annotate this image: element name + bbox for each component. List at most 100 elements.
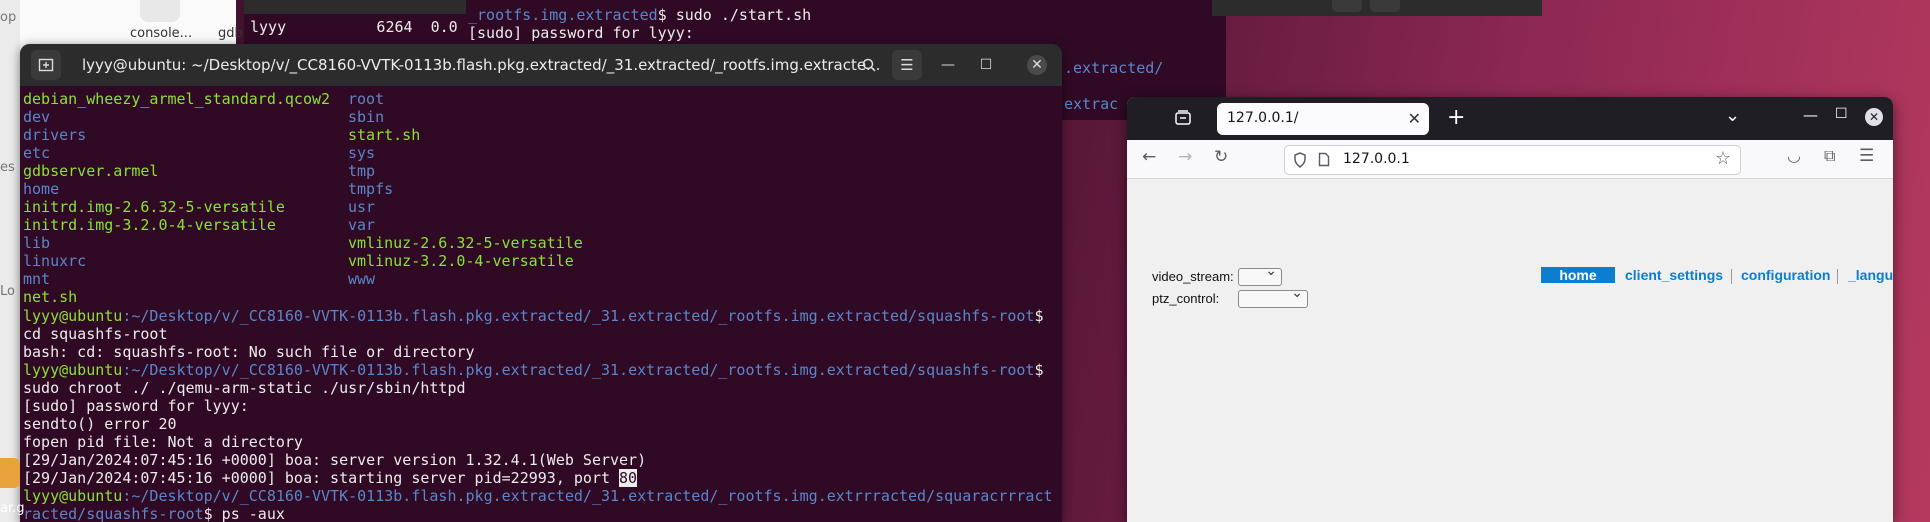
- ls-entry: mnt: [23, 270, 51, 288]
- ls-entry: usr: [348, 198, 376, 216]
- ls-entry: home: [23, 180, 60, 198]
- minimize-icon[interactable]: —: [1803, 106, 1818, 124]
- back-icon[interactable]: ←: [1142, 147, 1156, 167]
- output-line: bash: cd: squashfs-root: No such file or…: [23, 343, 475, 361]
- ls-entry: sys: [348, 144, 376, 162]
- search-button[interactable]: [854, 50, 884, 80]
- command-line: cd squashfs-root: [23, 325, 168, 343]
- tab-bar: 127.0.0.1/ ✕ + ⌄ — ☐ ✕: [1127, 97, 1893, 140]
- terminal-window[interactable]: lyyy@ubuntu: ~/Desktop/v/_CC8160-VVTK-01…: [20, 44, 1062, 522]
- prompt-path: _rootfs.img.extracted: [468, 6, 658, 24]
- background-terminal: lyyy 6264 0.0 0: [244, 0, 466, 44]
- reload-icon[interactable]: ↻: [1214, 147, 1228, 167]
- ls-entry: drivers: [23, 126, 87, 144]
- output-fragment: .extracted/: [1064, 59, 1164, 77]
- new-tab-icon: [38, 58, 54, 72]
- ls-entry: initrd.img-3.2.0-4-versatile: [23, 216, 276, 234]
- ls-entry: sbin: [348, 108, 385, 126]
- output-line: [29/Jan/2024:07:45:16 +0000] boa: server…: [23, 451, 647, 469]
- ls-entry: www: [348, 270, 376, 288]
- ls-entry: initrd.img-2.6.32-5-versatile: [23, 198, 285, 216]
- menu-divider: [1837, 269, 1838, 284]
- prompt-path: racted/squashfs-root: [23, 505, 204, 522]
- file-item-label[interactable]: gdb: [218, 26, 243, 41]
- new-tab-icon[interactable]: +: [1447, 105, 1465, 130]
- close-button[interactable]: ✕: [1027, 55, 1047, 75]
- ls-entry: debian_wheezy_armel_standard.qcow2: [23, 90, 331, 108]
- sidebar-fragment-label[interactable]: Lo: [0, 284, 15, 299]
- console-file-icon[interactable]: [140, 0, 180, 22]
- menu-configuration[interactable]: configuration: [1741, 267, 1830, 283]
- ls-entry: gdbserver.armel: [23, 162, 159, 180]
- process-line: lyyy 6264 0.0 0: [250, 18, 466, 36]
- hamburger-menu-icon[interactable]: ☰: [1859, 146, 1874, 166]
- terminal-title: lyyy@ubuntu: ~/Desktop/v/_CC8160-VVTK-01…: [82, 56, 881, 74]
- terminal-header: lyyy@ubuntu: ~/Desktop/v/_CC8160-VVTK-01…: [20, 44, 1062, 86]
- file-manager-sidebar: op es Lo: [0, 0, 20, 522]
- browser-window[interactable]: 127.0.0.1/ ✕ + ⌄ — ☐ ✕ ← → ↻ 127.0.0.1 ☆…: [1127, 97, 1893, 522]
- video-stream-select[interactable]: [1238, 263, 1282, 286]
- output-line: [29/Jan/2024:07:45:16 +0000] boa: starti…: [23, 469, 620, 487]
- ptz-control-label: ptz_control:: [1152, 291, 1220, 306]
- bookmark-star-icon[interactable]: ☆: [1715, 148, 1731, 169]
- ls-entry: tmpfs: [348, 180, 394, 198]
- ls-entry: etc: [23, 144, 51, 162]
- shield-icon[interactable]: [1293, 152, 1307, 168]
- extensions-icon[interactable]: ⧉: [1824, 146, 1835, 166]
- ls-entry: tmp: [348, 162, 376, 180]
- tab-overview-icon: [1175, 110, 1191, 125]
- dock-app-icon[interactable]: [0, 458, 20, 488]
- prompt-path: :~/Desktop/v/_CC8160-VVTK-0113b.flash.pk…: [122, 361, 1035, 379]
- output-line: sendto() error 20: [23, 415, 177, 433]
- command-line: sudo chroot ./ ./qemu-arm-static ./usr/s…: [23, 379, 466, 397]
- tab-title: 127.0.0.1/: [1227, 110, 1299, 126]
- ls-entry: start.sh: [348, 126, 421, 144]
- background-window-header: [1212, 0, 1542, 16]
- forward-icon[interactable]: →: [1178, 147, 1192, 167]
- close-icon: ✕: [1031, 57, 1043, 73]
- menu-client-settings[interactable]: client_settings: [1625, 267, 1723, 283]
- terminal-header: [244, 0, 466, 14]
- ls-entry: var: [348, 216, 376, 234]
- menu-language[interactable]: _langu: [1848, 267, 1893, 283]
- sidebar-fragment-label[interactable]: op: [0, 10, 16, 25]
- video-stream-label: video_stream:: [1152, 269, 1234, 284]
- list-all-tabs-icon[interactable]: ⌄: [1725, 105, 1740, 126]
- page-content: video_stream: ptz_control: home client_s…: [1127, 179, 1893, 522]
- hamburger-icon: ☰: [900, 56, 914, 74]
- ptz-control-select[interactable]: [1238, 285, 1308, 308]
- output-line: [sudo] password for lyyy:: [23, 397, 249, 415]
- search-icon: [862, 58, 876, 72]
- tab-overview-button[interactable]: [1174, 109, 1192, 131]
- tab-active[interactable]: 127.0.0.1/ ✕: [1217, 103, 1429, 135]
- prompt-user: lyyy@ubuntu: [23, 361, 123, 379]
- menu-button[interactable]: ☰: [892, 50, 922, 80]
- maximize-icon[interactable]: ☐: [1835, 106, 1848, 122]
- sidebar-fragment-label[interactable]: es: [0, 160, 15, 175]
- minimize-button[interactable]: —: [938, 55, 958, 75]
- url-text[interactable]: 127.0.0.1: [1343, 151, 1410, 167]
- page-icon: [1318, 152, 1330, 167]
- prompt-user: lyyy@ubuntu: [23, 307, 123, 325]
- new-tab-button[interactable]: [31, 50, 61, 80]
- close-window-icon[interactable]: ✕: [1865, 108, 1883, 126]
- pocket-icon[interactable]: ◡: [1787, 146, 1801, 165]
- close-tab-icon[interactable]: ✕: [1408, 109, 1421, 128]
- menu-divider: [1731, 269, 1732, 284]
- minimize-icon: —: [941, 57, 955, 73]
- prompt-user: lyyy@ubuntu: [23, 487, 123, 505]
- dock-app-label: ar.g: [0, 501, 25, 516]
- menu-home[interactable]: home: [1541, 267, 1615, 283]
- navigation-toolbar: ← → ↻ 127.0.0.1 ☆ ◡ ⧉ ☰: [1127, 140, 1893, 179]
- output-line: fopen pid file: Not a directory: [23, 433, 303, 451]
- ls-entry: vmlinuz-2.6.32-5-versatile: [348, 234, 583, 252]
- command-line: $ ps -aux: [203, 505, 285, 522]
- ls-entry: vmlinuz-3.2.0-4-versatile: [348, 252, 574, 270]
- maximize-icon: ☐: [979, 57, 993, 73]
- prompt-path: :~/Desktop/v/_CC8160-VVTK-0113b.flash.pk…: [122, 307, 1035, 325]
- file-item-label[interactable]: console...: [130, 26, 192, 41]
- url-bar[interactable]: 127.0.0.1 ☆: [1284, 145, 1741, 175]
- ls-entry: dev: [23, 108, 51, 126]
- maximize-button[interactable]: ☐: [976, 55, 996, 75]
- ls-entry: root: [348, 90, 385, 108]
